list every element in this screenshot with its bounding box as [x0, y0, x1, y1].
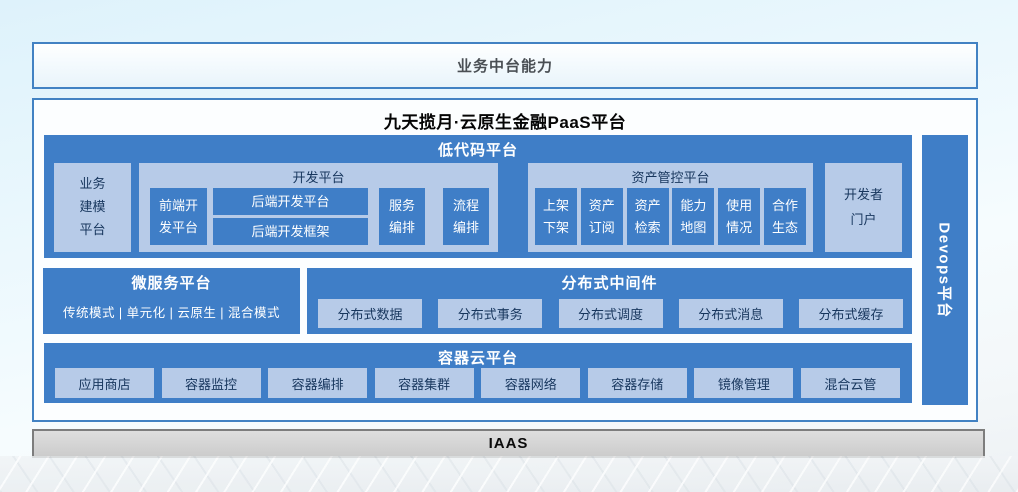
developer-portal-box: 开发者 门户 — [825, 163, 902, 252]
asset-item-capability-map: 能力 地图 — [672, 188, 714, 245]
business-midplatform-label: 业务中台能力 — [457, 55, 553, 76]
asset-item-shelf: 上架 下架 — [535, 188, 577, 245]
middleware-item-scheduling: 分布式调度 — [559, 299, 663, 328]
cloud-item-image-mgmt: 镜像管理 — [694, 368, 793, 398]
platform-title: 九天揽月·云原生金融PaaS平台 — [34, 108, 976, 133]
process-orchestration-box: 流程 编排 — [443, 188, 489, 245]
devops-label: Devops平台 — [935, 222, 956, 318]
cloud-item-hybrid-cloud: 混合云管 — [801, 368, 900, 398]
service-orchestration-box: 服务 编排 — [379, 188, 425, 245]
middleware-item-transaction: 分布式事务 — [438, 299, 542, 328]
asset-items-row: 上架 下架 资产 订阅 资产 检索 能力 地图 使用 情况 合作 生态 — [535, 188, 806, 245]
middleware-item-message: 分布式消息 — [679, 299, 783, 328]
backend-dev-platform-box: 后端开发平台 — [213, 188, 368, 215]
devops-platform-bar: Devops平台 — [922, 135, 968, 405]
asset-control-title: 资产管控平台 — [528, 163, 813, 186]
dev-platform-title: 开发平台 — [139, 163, 498, 186]
middleware-item-cache: 分布式缓存 — [799, 299, 903, 328]
cloud-item-app-store: 应用商店 — [55, 368, 154, 398]
section-microservice-platform: 微服务平台 传统模式 | 单元化 | 云原生 | 混合模式 — [43, 268, 300, 334]
container-cloud-title: 容器云平台 — [44, 343, 912, 368]
backend-dev-framework-box: 后端开发框架 — [213, 218, 368, 245]
asset-item-ecosystem: 合作 生态 — [764, 188, 806, 245]
iaas-label: IAAS — [489, 435, 529, 452]
iaas-bar: IAAS — [32, 429, 985, 458]
microservice-modes: 传统模式 | 单元化 | 云原生 | 混合模式 — [43, 302, 300, 321]
asset-item-subscribe: 资产 订阅 — [581, 188, 623, 245]
dev-platform-container: 开发平台 前端开 发平台 后端开发平台 后端开发框架 服务 编排 流程 编排 — [139, 163, 498, 252]
asset-control-container: 资产管控平台 上架 下架 资产 订阅 资产 检索 能力 地图 使用 情况 合作 … — [528, 163, 813, 252]
cloud-item-monitoring: 容器监控 — [162, 368, 261, 398]
asset-item-usage: 使用 情况 — [718, 188, 760, 245]
asset-item-search: 资产 检索 — [627, 188, 669, 245]
low-code-title: 低代码平台 — [44, 135, 912, 160]
middleware-item-data: 分布式数据 — [318, 299, 422, 328]
container-cloud-items-row: 应用商店 容器监控 容器编排 容器集群 容器网络 容器存储 镜像管理 混合云管 — [55, 368, 900, 398]
cloud-item-orchestration: 容器编排 — [268, 368, 367, 398]
frontend-dev-box: 前端开 发平台 — [150, 188, 207, 245]
architecture-diagram: 业务中台能力 九天揽月·云原生金融PaaS平台 低代码平台 业务 建模 平台 开… — [0, 0, 1018, 492]
business-midplatform-banner: 业务中台能力 — [32, 42, 978, 89]
business-modeling-box: 业务 建模 平台 — [54, 163, 131, 252]
section-container-cloud-platform: 容器云平台 应用商店 容器监控 容器编排 容器集群 容器网络 容器存储 镜像管理… — [44, 343, 912, 403]
cloud-item-cluster: 容器集群 — [375, 368, 474, 398]
cloud-item-network: 容器网络 — [481, 368, 580, 398]
section-low-code-platform: 低代码平台 业务 建模 平台 开发平台 前端开 发平台 后端开发平台 后端开发框… — [44, 135, 912, 258]
microservice-title: 微服务平台 — [43, 268, 300, 293]
cloud-item-storage: 容器存储 — [588, 368, 687, 398]
section-distributed-middleware: 分布式中间件 分布式数据 分布式事务 分布式调度 分布式消息 分布式缓存 — [307, 268, 912, 334]
paas-platform-box: 九天揽月·云原生金融PaaS平台 低代码平台 业务 建模 平台 开发平台 前端开… — [32, 98, 978, 422]
background-texture — [0, 456, 1018, 492]
middleware-title: 分布式中间件 — [307, 268, 912, 293]
middleware-items-row: 分布式数据 分布式事务 分布式调度 分布式消息 分布式缓存 — [318, 299, 903, 328]
